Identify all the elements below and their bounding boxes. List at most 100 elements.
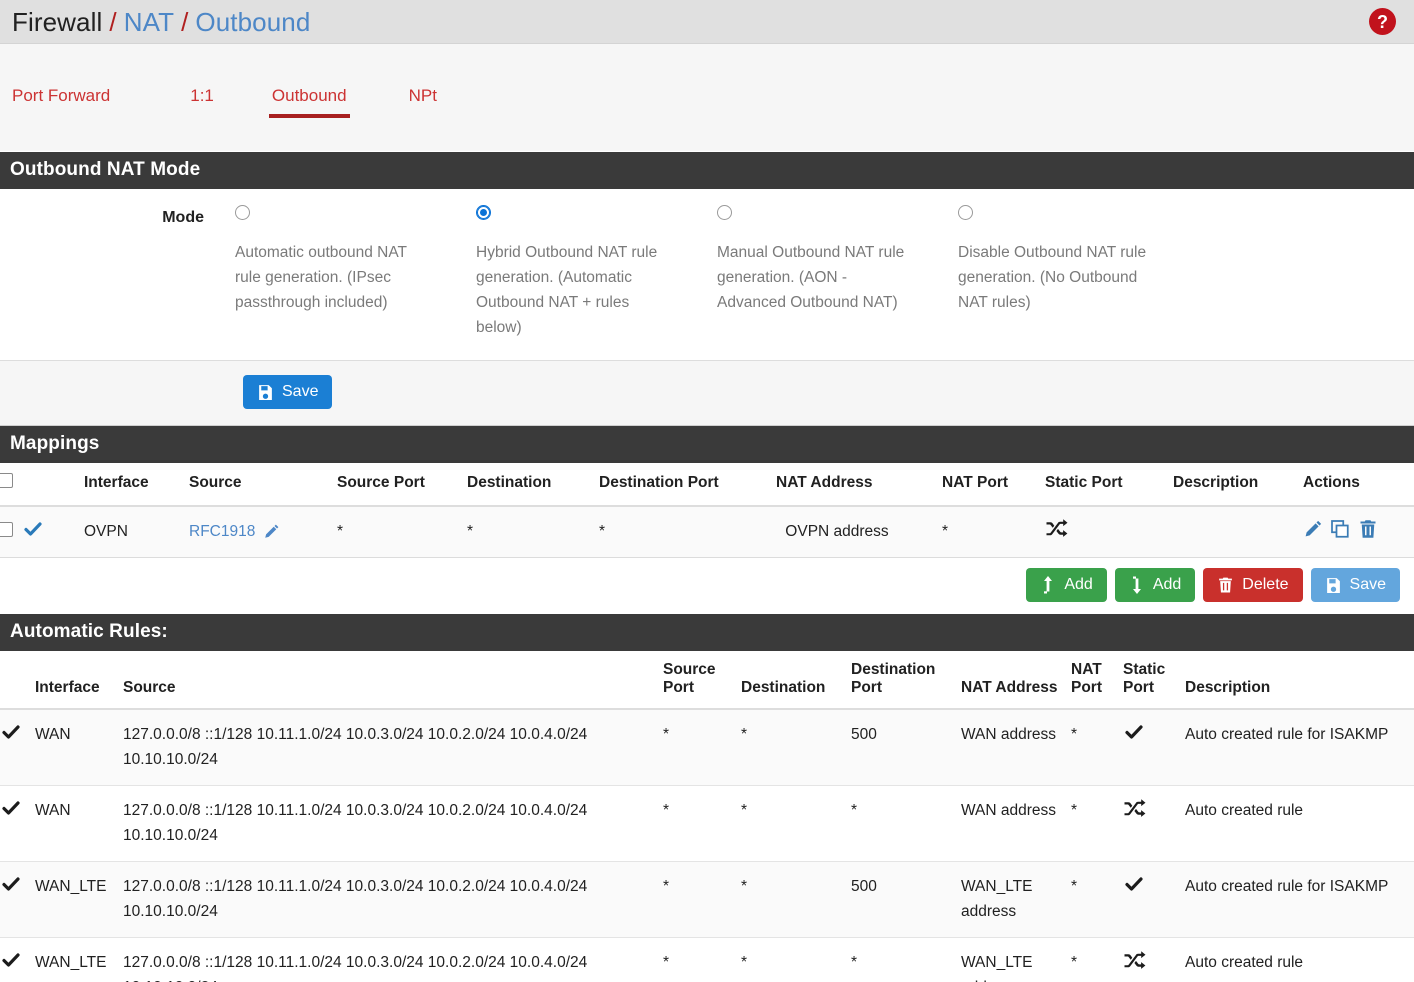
auto-row-destination: * xyxy=(741,937,851,982)
save-icon xyxy=(1325,577,1342,594)
table-row: WAN 127.0.0.0/8 ::1/128 10.11.1.0/24 10.… xyxy=(0,709,1414,786)
auto-row-static-port xyxy=(1123,785,1185,862)
auto-row-enabled xyxy=(0,785,35,862)
edit-icon[interactable] xyxy=(1303,519,1323,539)
mappings-header-nat-port: NAT Port xyxy=(942,463,1045,507)
auto-row-destination: * xyxy=(741,785,851,862)
mode-option-manual-label: Manual Outbound NAT rule generation. (AO… xyxy=(717,244,905,311)
mappings-row-description xyxy=(1173,506,1303,558)
mappings-header-source-port: Source Port xyxy=(337,463,467,507)
save-mode-button[interactable]: Save xyxy=(243,375,333,409)
check-icon xyxy=(1123,722,1145,742)
help-icon[interactable]: ? xyxy=(1369,8,1396,35)
radio-disable[interactable] xyxy=(958,205,973,220)
mode-option-hybrid[interactable]: Hybrid Outbound NAT rule generation. (Au… xyxy=(451,205,692,340)
automatic-rules-heading: Automatic Rules: xyxy=(0,614,1414,651)
auto-row-source: 127.0.0.0/8 ::1/128 10.11.1.0/24 10.0.3.… xyxy=(123,861,663,938)
mode-option-automatic-label: Automatic outbound NAT rule generation. … xyxy=(235,244,407,311)
breadcrumb-separator-2: / xyxy=(181,6,189,37)
check-icon xyxy=(0,950,22,970)
mappings-row-static-port-cell xyxy=(1045,506,1173,558)
auto-row-source: 127.0.0.0/8 ::1/128 10.11.1.0/24 10.0.3.… xyxy=(123,937,663,982)
auto-row-static-port xyxy=(1123,709,1185,786)
mappings-header-interface: Interface xyxy=(84,463,189,507)
mappings-row-source-link[interactable]: RFC1918 xyxy=(189,523,255,540)
nat-tabs: Port Forward 1:1 Outbound NPt xyxy=(0,44,1414,152)
add-up-button[interactable]: Add xyxy=(1026,568,1107,602)
auto-header-destination: Destination xyxy=(741,651,851,710)
radio-manual[interactable] xyxy=(717,205,732,220)
tab-outbound[interactable]: Outbound xyxy=(268,86,350,126)
radio-hybrid[interactable] xyxy=(476,205,491,220)
add-up-button-label: Add xyxy=(1064,576,1093,593)
check-icon xyxy=(0,874,22,894)
auto-row-source-port: * xyxy=(663,709,741,786)
mappings-row-source-cell: RFC1918 xyxy=(189,506,337,558)
auto-row-description: Auto created rule xyxy=(1185,937,1414,982)
auto-row-source: 127.0.0.0/8 ::1/128 10.11.1.0/24 10.0.3.… xyxy=(123,785,663,862)
auto-row-nat-port: * xyxy=(1071,937,1123,982)
check-icon xyxy=(0,798,22,818)
auto-row-nat-address: WAN address xyxy=(961,785,1071,862)
mappings-row-nat-port: * xyxy=(942,506,1045,558)
mappings-enabled-header xyxy=(22,463,84,507)
auto-header-nat-port: NAT Port xyxy=(1071,651,1123,710)
breadcrumb-bar: Firewall / NAT / Outbound ? xyxy=(0,0,1414,44)
delete-button[interactable]: Delete xyxy=(1203,568,1303,602)
auto-header-enabled xyxy=(0,651,35,710)
auto-row-source-port: * xyxy=(663,785,741,862)
mappings-header-actions: Actions xyxy=(1303,463,1414,507)
arrow-down-icon xyxy=(1129,576,1145,594)
auto-row-nat-address: WAN_LTE address xyxy=(961,861,1071,938)
auto-row-destination-port: 500 xyxy=(851,861,961,938)
auto-row-description: Auto created rule xyxy=(1185,785,1414,862)
check-icon xyxy=(22,519,44,539)
mode-option-disable[interactable]: Disable Outbound NAT rule generation. (N… xyxy=(933,205,1174,340)
row-select-checkbox[interactable] xyxy=(0,521,13,537)
outbound-nat-mode-heading: Outbound NAT Mode xyxy=(0,152,1414,189)
mappings-header-description: Description xyxy=(1173,463,1303,507)
mode-option-automatic[interactable]: Automatic outbound NAT rule generation. … xyxy=(210,205,451,340)
auto-row-destination-port: 500 xyxy=(851,709,961,786)
add-down-button[interactable]: Add xyxy=(1114,568,1196,602)
tab-one-to-one[interactable]: 1:1 xyxy=(190,86,214,126)
tab-port-forward[interactable]: Port Forward xyxy=(12,86,110,126)
table-row[interactable]: OVPN RFC1918 * * * OVPN address * xyxy=(0,506,1414,558)
auto-header-interface: Interface xyxy=(35,651,123,710)
mode-option-manual[interactable]: Manual Outbound NAT rule generation. (AO… xyxy=(692,205,933,340)
auto-row-nat-port: * xyxy=(1071,785,1123,862)
auto-row-description: Auto created rule for ISAKMP xyxy=(1185,861,1414,938)
mappings-heading: Mappings xyxy=(0,426,1414,463)
mappings-header-destination-port: Destination Port xyxy=(599,463,776,507)
random-icon xyxy=(1045,518,1069,540)
auto-row-destination: * xyxy=(741,709,851,786)
select-all-checkbox[interactable] xyxy=(0,473,13,488)
mappings-button-row: Add Add Delete Save xyxy=(0,558,1414,614)
breadcrumb-link-nat[interactable]: NAT xyxy=(124,7,174,37)
auto-row-nat-port: * xyxy=(1071,861,1123,938)
table-row: WAN_LTE 127.0.0.0/8 ::1/128 10.11.1.0/24… xyxy=(0,861,1414,938)
automatic-rules-header-row: Interface Source Source Port Destination … xyxy=(0,651,1414,710)
pencil-icon[interactable] xyxy=(263,523,280,540)
auto-row-enabled xyxy=(0,861,35,938)
breadcrumb-current[interactable]: Outbound xyxy=(195,7,310,37)
table-row: WAN_LTE 127.0.0.0/8 ::1/128 10.11.1.0/24… xyxy=(0,937,1414,982)
mappings-row-destination: * xyxy=(467,506,599,558)
mappings-row-destination-port: * xyxy=(599,506,776,558)
auto-row-enabled xyxy=(0,709,35,786)
mode-option-disable-label: Disable Outbound NAT rule generation. (N… xyxy=(958,244,1147,311)
auto-row-static-port xyxy=(1123,937,1185,982)
tab-npt[interactable]: NPt xyxy=(409,86,437,126)
auto-header-description: Description xyxy=(1185,651,1414,710)
breadcrumb-separator-1: / xyxy=(109,6,117,37)
auto-header-static-port: Static Port xyxy=(1123,651,1185,710)
breadcrumb-root: Firewall xyxy=(12,6,103,37)
outbound-nat-mode-body: Mode Automatic outbound NAT rule generat… xyxy=(0,189,1414,361)
delete-icon[interactable] xyxy=(1358,519,1378,539)
random-icon xyxy=(1123,950,1147,972)
auto-row-interface: WAN_LTE xyxy=(35,861,123,938)
radio-automatic[interactable] xyxy=(235,205,250,220)
copy-icon[interactable] xyxy=(1330,519,1350,539)
save-mappings-button[interactable]: Save xyxy=(1310,568,1400,602)
auto-row-interface: WAN xyxy=(35,709,123,786)
